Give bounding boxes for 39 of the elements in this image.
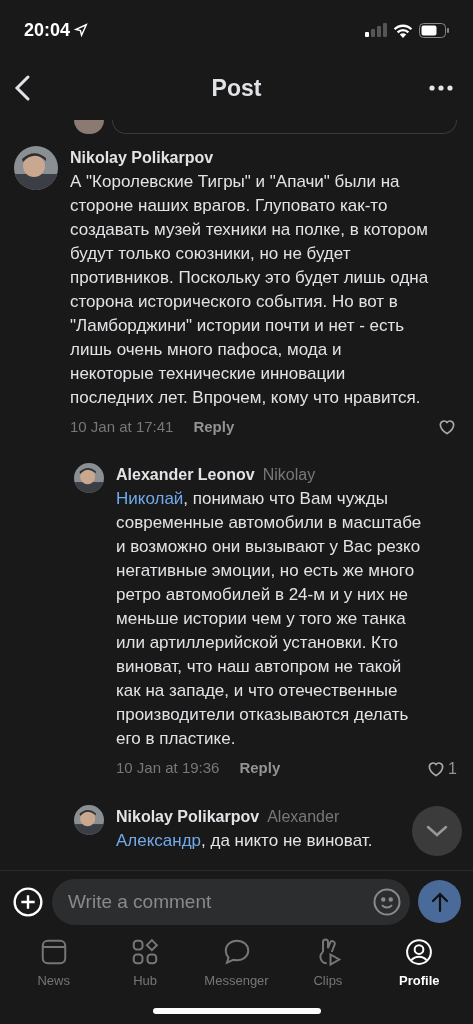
scroll-down-button[interactable] xyxy=(412,805,462,856)
reply-button[interactable]: Reply xyxy=(239,757,281,780)
add-icon[interactable] xyxy=(12,885,44,918)
comment-time: 10 Jan at 17:41 xyxy=(70,417,174,437)
tab-item[interactable]: Profile xyxy=(373,936,466,990)
tab-item[interactable]: News xyxy=(8,936,100,990)
author-name[interactable]: Nikolay Polikarpov xyxy=(116,804,260,829)
grid-icon xyxy=(130,936,161,967)
author-name[interactable]: Alexander Leonov xyxy=(116,462,255,487)
avatar[interactable] xyxy=(74,462,104,493)
tab-item[interactable]: Clips xyxy=(282,936,374,990)
page-title: Post xyxy=(210,73,263,103)
like-button[interactable]: 1 xyxy=(426,756,457,781)
author-name[interactable]: Nikolay Polikarpov xyxy=(70,146,214,170)
location-icon xyxy=(74,23,89,37)
tab-item[interactable]: Messenger xyxy=(190,936,283,990)
battery-icon xyxy=(419,22,449,38)
chevron-down-icon xyxy=(425,823,449,838)
arrow-up-icon xyxy=(429,890,450,913)
reply-button[interactable]: Reply xyxy=(193,416,235,439)
comment-text: Николай, понимаю что Вам чужды современные автомобили в масштабе и возможно они вызывают у Вас резко негативные эмоции, но есть же много ретро автомобилей в 24-м и у них не меньше истории чем у того же танка или артиллерийской установки. Кто виноват, что наш автопром не такой как на западе, и что отечественные производители отказываются делать его в пластике. xyxy=(116,487,423,750)
avatar[interactable] xyxy=(14,146,58,190)
send-button[interactable] xyxy=(418,880,461,923)
avatar[interactable] xyxy=(74,804,104,835)
reply-to-name: Alexander xyxy=(267,806,340,827)
profile-icon xyxy=(404,936,435,967)
status-time: 20:04 xyxy=(24,18,71,42)
reply-to-name: Nikolay xyxy=(262,464,316,485)
wifi-icon xyxy=(393,22,413,38)
emoji-icon[interactable] xyxy=(372,886,402,917)
more-icon xyxy=(429,85,453,91)
comment-field[interactable]: Write a comment xyxy=(52,878,410,925)
mention-link[interactable]: Николай xyxy=(116,488,184,508)
comment-time: 10 Jan at 19:36 xyxy=(116,758,220,779)
signal-icon xyxy=(365,23,387,37)
avatar xyxy=(74,120,104,134)
tab-item[interactable]: Hub xyxy=(99,936,191,990)
mention-link[interactable]: Александр xyxy=(116,830,202,850)
comment-text: А "Королевские Тигры" и "Апачи" были на стороне наших врагов. Глуповато как-то создавать музей техники на полке, в котором будут только союзники, но не будет противников. Поскольку это будет лишь одна сторона исторического события. Но вот в "Ламборджини" истории почти и нет - есть лишь очень много пафоса, мода и некоторые технические инновации последних лет. Впрочем, кому что нравится. xyxy=(70,171,429,409)
